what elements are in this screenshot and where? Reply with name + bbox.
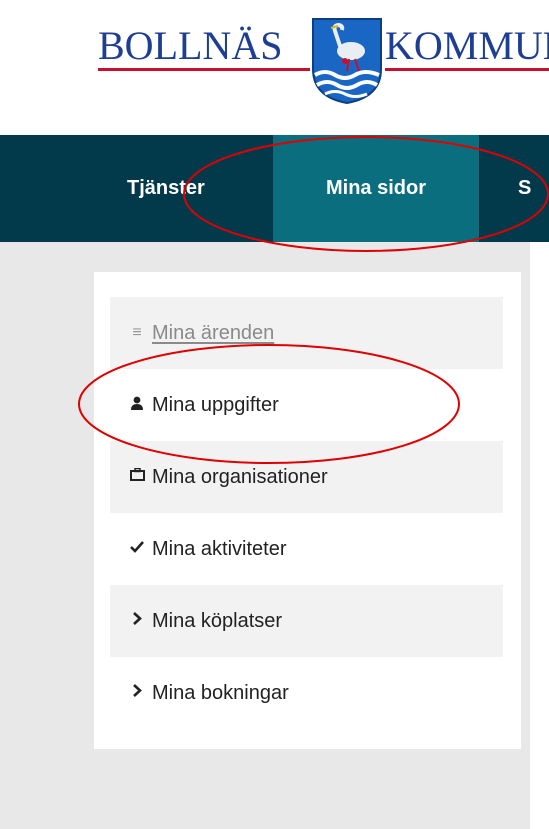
sidebar-item-label: Mina ärenden — [152, 321, 275, 344]
checkmark-icon — [128, 540, 146, 558]
nav-item-label: S — [518, 177, 532, 199]
sidebar-item-label: Mina köplatser — [152, 609, 283, 632]
chevron-right-icon — [128, 684, 146, 702]
nav-divider — [479, 135, 480, 242]
folder-stack-icon: ≡ — [132, 324, 142, 341]
sidebar-item-mina-uppgifter[interactable]: Mina uppgifter — [110, 369, 503, 441]
sidebar-item-mina-aktiviteter[interactable]: Mina aktiviteter — [110, 513, 503, 585]
nav-item-tjanster[interactable]: Tjänster — [127, 135, 205, 242]
user-icon — [128, 396, 146, 415]
sidebar-item-label: Mina aktiviteter — [152, 537, 287, 560]
logo-underline-right — [385, 68, 549, 71]
logo-text-right[interactable]: KOMMUN — [385, 26, 549, 66]
sidebar-item-label: Mina uppgifter — [152, 393, 279, 416]
site-header: BOLLNÄS KOMMUN — [0, 0, 549, 135]
nav-item-mina-sidor[interactable]: Mina sidor — [273, 135, 479, 242]
nav-item-next[interactable]: S — [518, 135, 531, 242]
sidebar-item-mina-koplatser[interactable]: Mina köplatser — [110, 585, 503, 657]
sidebar-item-mina-organisationer[interactable]: Mina organisationer — [110, 441, 503, 513]
sidebar-item-label: Mina bokningar — [152, 681, 289, 704]
sidebar-item-mina-arenden[interactable]: ≡ Mina ärenden — [110, 297, 503, 369]
logo-underline-left — [98, 68, 310, 71]
nav-item-label: Tjänster — [127, 177, 205, 199]
sidebar-item-label: Mina organisationer — [152, 465, 328, 488]
bollnas-coat-of-arms-icon[interactable] — [311, 17, 383, 105]
main-navigation: Tjänster Mina sidor S — [0, 135, 549, 242]
chevron-right-icon — [128, 612, 146, 630]
logo-text-left[interactable]: BOLLNÄS — [98, 26, 282, 66]
briefcase-icon — [128, 467, 146, 486]
scroll-gutter — [530, 242, 549, 829]
nav-item-label: Mina sidor — [325, 177, 426, 199]
sidebar-item-mina-bokningar[interactable]: Mina bokningar — [110, 657, 503, 729]
